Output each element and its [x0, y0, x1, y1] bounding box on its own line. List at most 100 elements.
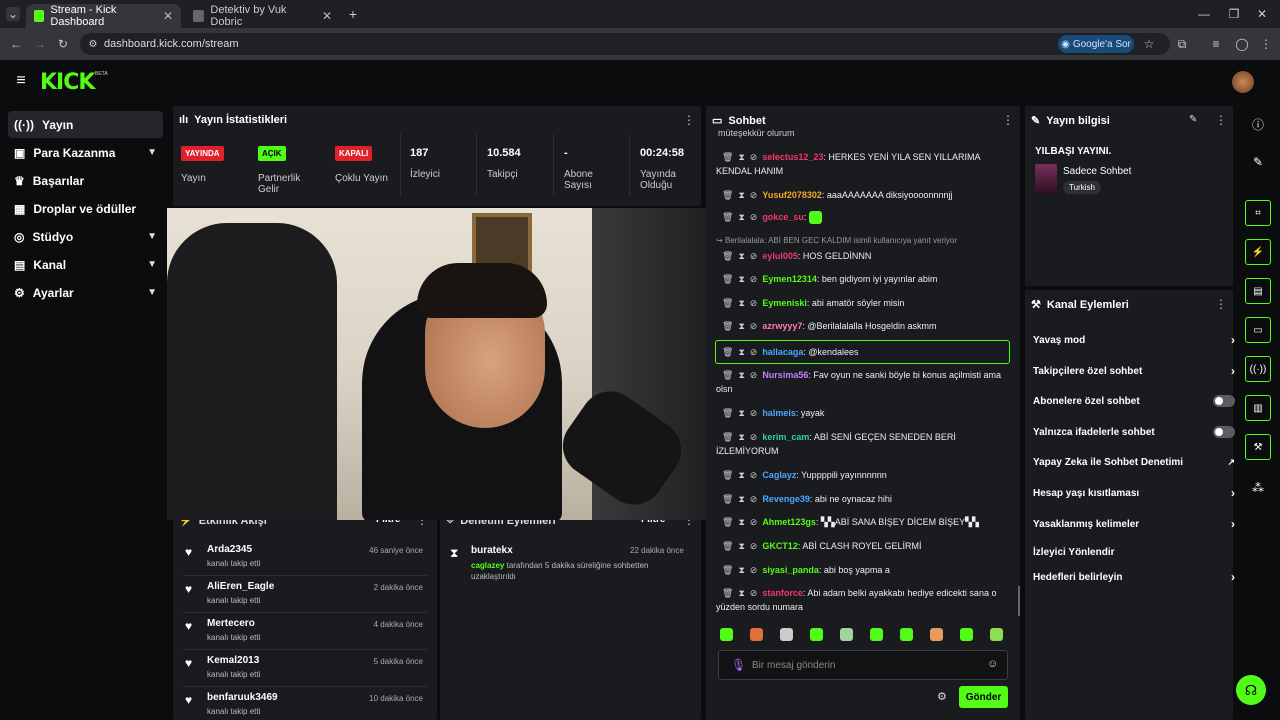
timeout-icon[interactable]: ⧗	[738, 565, 744, 575]
reply-reference[interactable]: ↪ Berilalalala: ABİ BEN GEC KALDIM isiml…	[716, 234, 1011, 248]
emote-icon[interactable]	[750, 628, 763, 641]
emote-icon[interactable]	[990, 628, 1003, 641]
toggle-switch[interactable]	[1213, 395, 1235, 407]
trash-icon[interactable]: 🗑	[722, 432, 733, 442]
emote-icon[interactable]	[720, 628, 733, 641]
info-icon[interactable]: ⓘ	[1250, 116, 1266, 132]
sidebar-item-para-kazanma[interactable]: ▣ Para Kazanma ▼	[8, 139, 163, 166]
chat-username[interactable]: Caglayz	[762, 470, 796, 480]
follower-name[interactable]: Kemal2013	[207, 655, 259, 666]
chat-message[interactable]: 🗑 ⧗ ⊘ GKCT12: ABİ CLASH ROYEL GELİRMİ	[716, 539, 1011, 553]
trash-icon[interactable]: 🗑	[722, 190, 733, 200]
timeout-icon[interactable]: ⧗	[738, 432, 744, 442]
browser-menu-icon[interactable]: ⋮	[1258, 36, 1274, 52]
user-avatar[interactable]	[1232, 71, 1254, 93]
follower-name[interactable]: AliEren_Eagle	[207, 581, 274, 592]
ban-icon[interactable]: ⊘	[750, 321, 758, 331]
trash-icon[interactable]: 🗑	[722, 347, 733, 357]
trash-icon[interactable]: 🗑	[722, 517, 733, 527]
chat-message[interactable]: 🗑 ⧗ ⊘ Nursima56: Fav oyun ne sanki böyle bi…	[716, 368, 1011, 396]
url-input[interactable]: ⚙ dashboard.kick.com/stream	[80, 33, 1170, 55]
ban-icon[interactable]: ⊘	[750, 298, 758, 308]
media-icon[interactable]: ≡	[1208, 36, 1224, 52]
reload-icon[interactable]: ↻	[55, 36, 71, 52]
trash-icon[interactable]: 🗑	[722, 565, 733, 575]
channel-action-item[interactable]: Hedefleri belirleyin ›	[1025, 565, 1239, 589]
channel-action-item[interactable]: Abonelere özel sohbet	[1025, 389, 1239, 413]
timeout-icon[interactable]: ⧗	[738, 274, 744, 284]
trash-icon[interactable]: 🗑	[722, 408, 733, 418]
send-button[interactable]: Gönder	[959, 686, 1008, 708]
channel-action-item[interactable]: İzleyici Yönlendir	[1025, 540, 1239, 564]
chat-more-icon[interactable]: ⋮	[1002, 113, 1014, 127]
chat-username[interactable]: halmeis	[762, 408, 796, 418]
broadcast-toggle-icon[interactable]: ((·))	[1245, 356, 1271, 382]
ban-icon[interactable]: ⊘	[750, 517, 758, 527]
timeout-icon[interactable]: ⧗	[738, 517, 744, 527]
sidebar-item-ayarlar[interactable]: ⚙ Ayarlar ▼	[8, 279, 163, 306]
chat-username[interactable]: Eymeniski	[762, 298, 807, 308]
timeout-icon[interactable]: ⧗	[738, 370, 744, 380]
timeout-icon[interactable]: ⧗	[738, 541, 744, 551]
timeout-icon[interactable]: ⧗	[738, 321, 744, 331]
trash-icon[interactable]: 🗑	[722, 494, 733, 504]
chat-username[interactable]: Ahmet123gs	[762, 517, 816, 527]
chat-input[interactable]: 🎙 Bir mesaj gönderin ☺	[718, 650, 1008, 680]
language-tag[interactable]: Turkish	[1063, 181, 1101, 194]
chat-settings-icon[interactable]: ⚙	[937, 690, 947, 703]
trash-icon[interactable]: 🗑	[722, 541, 733, 551]
support-headset-icon[interactable]: ☊	[1236, 675, 1266, 705]
chat-username[interactable]: gokce_su	[762, 212, 804, 222]
trash-icon[interactable]: 🗑	[722, 274, 733, 284]
ban-icon[interactable]: ⊘	[750, 494, 758, 504]
site-info-icon[interactable]: ⚙	[86, 37, 100, 51]
ban-icon[interactable]: ⊘	[750, 347, 758, 357]
trash-icon[interactable]: 🗑	[722, 470, 733, 480]
chat-username[interactable]: Eymen12314	[762, 274, 817, 284]
timeout-icon[interactable]: ⧗	[738, 470, 744, 480]
apps-icon[interactable]: ⁂	[1250, 480, 1266, 496]
forward-icon[interactable]: →	[32, 36, 48, 52]
trash-icon[interactable]: 🗑	[722, 588, 733, 598]
chat-message[interactable]: 🗑 ⧗ ⊘ eylul005: HOS GELDİNNN	[716, 249, 1011, 263]
profile-icon[interactable]: ◯	[1234, 36, 1250, 52]
chat-username[interactable]: siyasi_panda	[762, 565, 819, 575]
ban-icon[interactable]: ⊘	[750, 565, 758, 575]
chat-message[interactable]: 🗑 ⧗ ⊘ kerim_cam: ABİ SENİ GEÇEN SENEDEN BER…	[716, 430, 1011, 458]
timeout-icon[interactable]: ⧗	[738, 212, 744, 222]
extensions-icon[interactable]: ⧉	[1174, 36, 1190, 52]
timeout-icon[interactable]: ⧗	[738, 588, 744, 598]
close-tab-icon[interactable]: ✕	[322, 9, 332, 23]
channel-action-item[interactable]: Yalnızca ifadelerle sohbet	[1025, 420, 1239, 444]
channel-actions-more-icon[interactable]: ⋮	[1215, 297, 1227, 311]
chat-username[interactable]: eylul005	[762, 251, 798, 261]
stream-preview[interactable]	[167, 208, 717, 520]
moderated-user[interactable]: buratekx	[471, 545, 513, 556]
trash-icon[interactable]: 🗑	[722, 212, 733, 222]
ban-icon[interactable]: ⊘	[750, 152, 758, 162]
new-tab-icon[interactable]: +	[345, 6, 361, 22]
timeout-icon[interactable]: ⧗	[738, 298, 744, 308]
category-name[interactable]: Sadece Sohbet	[1063, 166, 1131, 177]
tab-kick-dashboard[interactable]: Stream - Kick Dashboard ✕	[26, 4, 181, 28]
follower-name[interactable]: Arda2345	[207, 544, 252, 555]
lightning-toggle-icon[interactable]: ⚡	[1245, 239, 1271, 265]
chat-message[interactable]: 🗑 ⧗ ⊘ azrwyyy7: @Berilalalalla Hosgeldin as…	[716, 319, 1011, 333]
timeout-icon[interactable]: ⧗	[738, 347, 744, 357]
ban-icon[interactable]: ⊘	[750, 251, 758, 261]
kick-logo[interactable]: KICK	[40, 70, 95, 95]
channel-action-item[interactable]: Takipçilere özel sohbet ›	[1025, 359, 1239, 383]
chat-message[interactable]: 🗑 ⧗ ⊘ halmeis: yayak	[716, 406, 1011, 420]
ban-icon[interactable]: ⊘	[750, 212, 758, 222]
ban-icon[interactable]: ⊘	[750, 408, 758, 418]
follower-name[interactable]: Mertecero	[207, 618, 255, 629]
emote-icon[interactable]	[810, 628, 823, 641]
emote-icon[interactable]	[870, 628, 883, 641]
emoji-icon[interactable]: ☺	[987, 658, 998, 670]
channel-action-item[interactable]: Hesap yaşı kısıtlaması ›	[1025, 481, 1239, 505]
layout-toggle-icon[interactable]: ▥	[1245, 395, 1271, 421]
moderator-name[interactable]: caglazey	[471, 561, 504, 570]
tab-detektiv[interactable]: Detektiv by Vuk Dobric ✕	[185, 4, 340, 28]
chat-username[interactable]: Revenge39	[762, 494, 810, 504]
chat-message[interactable]: 🗑 ⧗ ⊘ selectus12_23: HERKES YENİ YILA SEN Y…	[716, 150, 1011, 178]
